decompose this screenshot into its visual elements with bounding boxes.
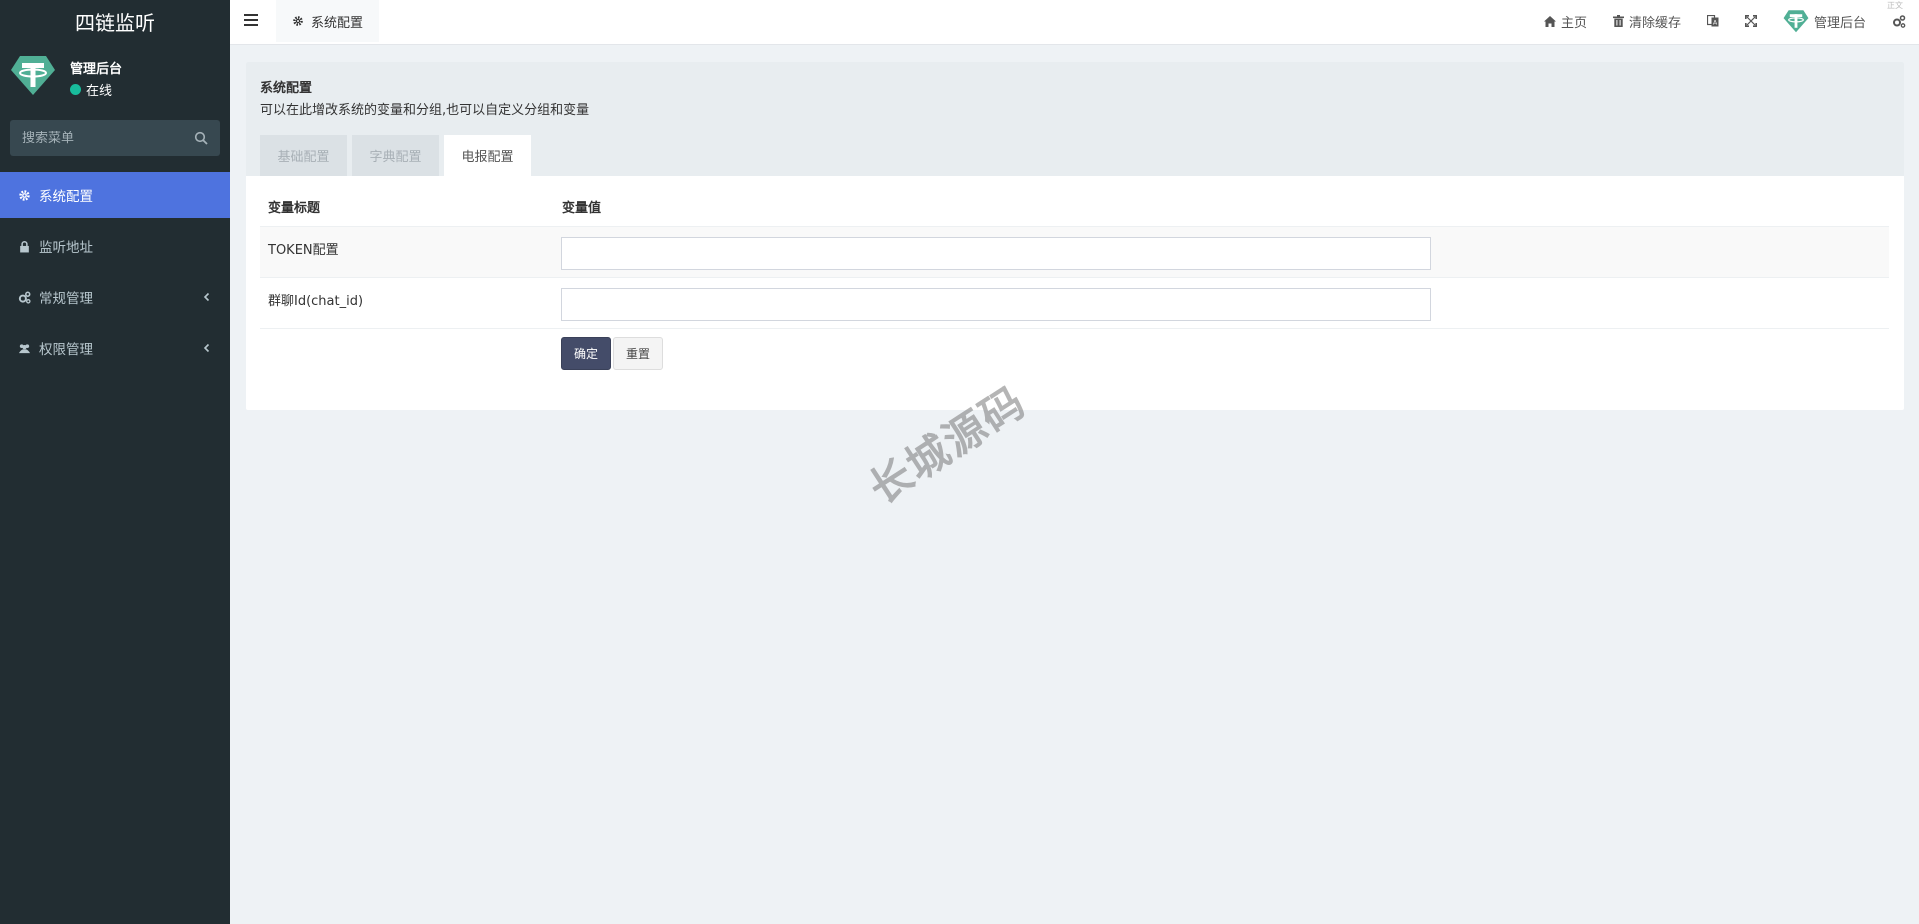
panel-header: 系统配置 可以在此增改系统的变量和分组,也可以自定义分组和变量 基础配置 字典配… [246, 62, 1904, 176]
config-panel: 系统配置 可以在此增改系统的变量和分组,也可以自定义分组和变量 基础配置 字典配… [246, 62, 1904, 410]
sidebar-item-permissions[interactable]: 权限管理 [0, 325, 230, 371]
user-name: 管理后台 [70, 62, 123, 77]
table-header: 变量标题 变量值 [260, 186, 1889, 226]
tab-label: 系统配置 [311, 15, 364, 31]
lock-icon [20, 240, 29, 252]
trash-icon [1612, 15, 1624, 27]
user-status-label: 在线 [86, 84, 113, 99]
menu-search-input[interactable] [22, 130, 182, 146]
tab-telegram-config[interactable]: 电报配置 [444, 135, 531, 176]
form-actions: 确定 重置 [260, 328, 1889, 388]
tab-basic-config[interactable]: 基础配置 [260, 135, 347, 176]
sidebar-item-general[interactable]: 常规管理 [0, 274, 230, 320]
sidebar-item-label: 监听地址 [39, 240, 93, 256]
sidebar-item-listen-address[interactable]: 监听地址 [0, 223, 230, 269]
chevron-left-icon [203, 292, 210, 302]
cogs-icon [1893, 14, 1906, 28]
sidebar-item-label: 权限管理 [39, 342, 93, 358]
corner-mark: 正文 [1887, 1, 1903, 10]
panel-description: 可以在此增改系统的变量和分组,也可以自定义分组和变量 [260, 103, 590, 118]
home-link[interactable]: 主页 [1531, 0, 1600, 42]
col-title-header: 变量标题 [268, 200, 321, 216]
fullscreen-button[interactable] [1732, 0, 1770, 42]
reset-button[interactable]: 重置 [613, 337, 664, 370]
tether-logo-icon [1783, 10, 1809, 33]
users-icon [18, 343, 31, 353]
top-header: 系统配置 主页 清除缓存 A 管理后台 正文 [230, 0, 1919, 45]
home-label: 主页 [1560, 15, 1587, 31]
clear-cache-button[interactable]: 清除缓存 [1600, 0, 1694, 42]
sidebar-item-system-config[interactable]: 系统配置 [0, 172, 230, 218]
submit-button[interactable]: 确定 [561, 337, 612, 370]
tab-system-config[interactable]: 系统配置 [276, 0, 380, 42]
sidebar-menu: 系统配置 监听地址 常规管理 权限管理 [0, 172, 230, 376]
tether-logo-icon [11, 56, 55, 95]
menu-search [10, 120, 220, 156]
cogs-icon [18, 291, 31, 304]
home-icon [1543, 15, 1556, 27]
admin-menu[interactable]: 管理后台 [1770, 0, 1879, 42]
panel-title: 系统配置 [260, 81, 313, 96]
fullscreen-icon [1744, 15, 1757, 27]
config-table: 变量标题 变量值 TOKEN配置 群聊Id(chat_id) 确定 重置 [260, 186, 1889, 388]
menu-toggle-icon[interactable] [244, 14, 258, 26]
user-status: 在线 [70, 80, 112, 99]
header-nav: 主页 清除缓存 A 管理后台 [1531, 0, 1919, 42]
token-input[interactable] [561, 237, 1431, 270]
sidebar-item-label: 系统配置 [39, 189, 93, 205]
translate-icon: A [1706, 15, 1719, 27]
chevron-left-icon [203, 343, 210, 353]
gear-icon [293, 16, 303, 26]
row-label: TOKEN配置 [268, 243, 339, 258]
online-dot-icon [70, 84, 81, 95]
clear-cache-label: 清除缓存 [1628, 15, 1681, 31]
search-icon[interactable] [194, 131, 208, 145]
col-value-header: 变量值 [562, 200, 602, 216]
user-panel: 管理后台 在线 [0, 42, 230, 108]
chat-id-input[interactable] [561, 288, 1431, 321]
tab-dictionary-config[interactable]: 字典配置 [352, 135, 439, 176]
sidebar: 四链监听 管理后台 在线 系统配置 [0, 0, 230, 924]
row-label: 群聊Id(chat_id) [268, 294, 364, 309]
table-row: TOKEN配置 [260, 226, 1889, 277]
translate-button[interactable]: A [1694, 0, 1732, 42]
brand-title[interactable]: 四链监听 [0, 0, 230, 42]
admin-label: 管理后台 [1813, 15, 1866, 31]
table-row: 群聊Id(chat_id) [260, 277, 1889, 328]
gear-icon [19, 189, 30, 201]
sidebar-item-label: 常规管理 [39, 291, 93, 307]
